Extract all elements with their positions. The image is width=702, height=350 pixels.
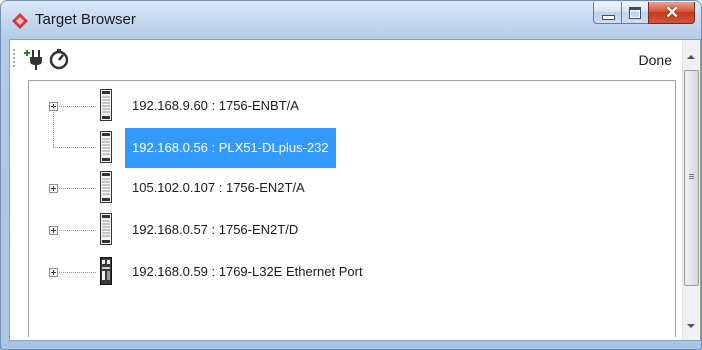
tree-connector [53, 106, 54, 147]
tree-node-label[interactable]: 192.168.0.56 : PLX51-DLplus-232 [125, 128, 336, 168]
tree-connector [53, 147, 97, 148]
device-tree: 192.168.9.60 : 1756-ENBT/A 192.168.0.56 … [28, 80, 676, 337]
tree-node-selected[interactable]: 192.168.0.56 : PLX51-DLplus-232 [29, 106, 629, 168]
ethernet-module-icon [100, 89, 112, 121]
expand-plus-icon[interactable] [49, 268, 58, 277]
tree-node-label[interactable]: 105.102.0.107 : 1756-EN2T/A [127, 176, 310, 200]
tree-connector [59, 106, 97, 107]
scroll-up-icon[interactable] [687, 55, 695, 59]
title-bar[interactable]: Target Browser ✕ [1, 1, 701, 37]
tree-node[interactable]: 192.168.9.60 : 1756-ENBT/A [29, 87, 629, 127]
ethernet-module-icon [100, 131, 112, 163]
scrollbar-thumb[interactable] [684, 70, 699, 286]
diamond-app-icon [12, 13, 28, 29]
scan-refresh-icon[interactable] [48, 48, 70, 70]
expand-plus-icon[interactable] [49, 226, 58, 235]
ethernet-module-icon [100, 213, 112, 245]
caption-buttons: ✕ [593, 2, 695, 26]
tree-node-label[interactable]: 192.168.0.57 : 1756-EN2T/D [127, 218, 303, 242]
tree-node-label[interactable]: 192.168.9.60 : 1756-ENBT/A [127, 94, 304, 118]
client-area: Done 192.168.9.60 : 1756-ENBT/A 192.168.… [9, 39, 701, 341]
maximize-icon [629, 7, 641, 19]
scroll-down-icon[interactable] [687, 324, 695, 328]
ethernet-module-icon [100, 171, 112, 203]
toolbar: Done [10, 40, 682, 80]
close-icon: ✕ [665, 3, 680, 22]
tree-node[interactable]: 192.168.0.59 : 1769-L32E Ethernet Port [29, 253, 629, 293]
minimize-button[interactable] [593, 2, 621, 24]
expand-plus-icon[interactable] [49, 184, 58, 193]
tree-node[interactable]: 105.102.0.107 : 1756-EN2T/A [29, 169, 629, 209]
done-button[interactable]: Done [639, 52, 672, 68]
vertical-scrollbar[interactable] [682, 40, 700, 340]
close-button[interactable]: ✕ [648, 2, 695, 24]
tree-connector [59, 230, 97, 231]
toolbar-grip[interactable] [13, 49, 15, 69]
minimize-icon [602, 15, 615, 20]
window-title: Target Browser [35, 11, 136, 28]
add-plug-icon[interactable] [24, 48, 46, 70]
tree-node-label[interactable]: 192.168.0.59 : 1769-L32E Ethernet Port [127, 260, 368, 284]
tree-node[interactable]: 192.168.0.57 : 1756-EN2T/D [29, 211, 629, 251]
tree-connector [59, 188, 97, 189]
scrollbar-grip-icon [689, 174, 694, 175]
maximize-button[interactable] [621, 2, 648, 24]
controller-module-icon [100, 257, 112, 285]
target-browser-window: Target Browser ✕ Done 192.168.9.60: 175… [0, 0, 702, 350]
tree-connector [59, 272, 97, 273]
